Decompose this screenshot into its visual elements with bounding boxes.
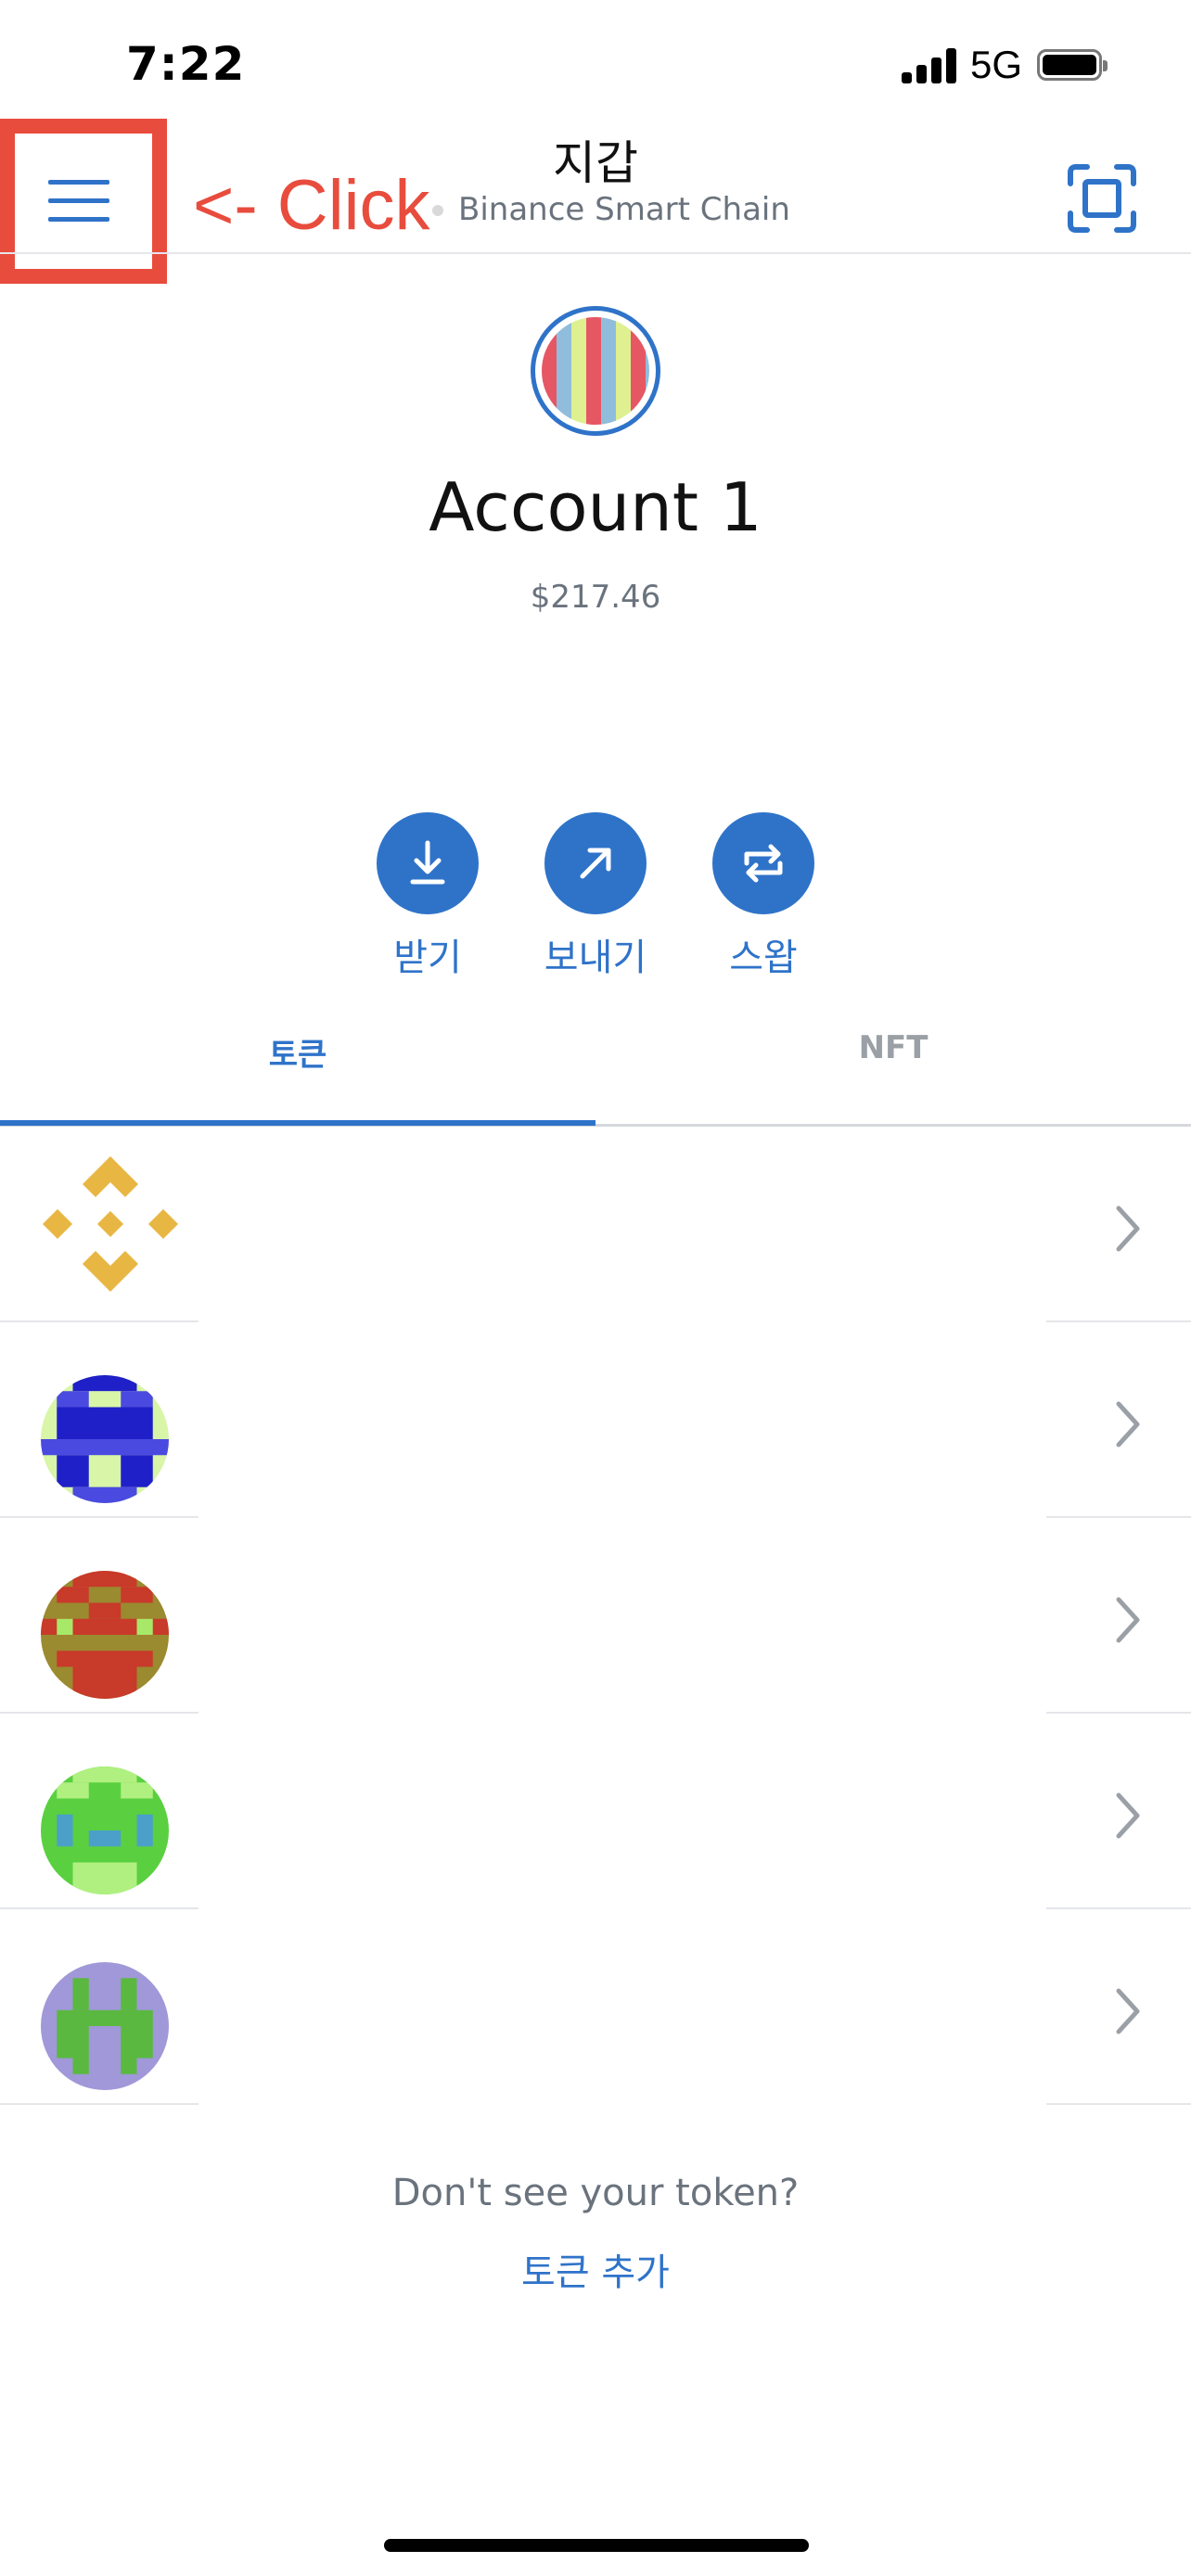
swap-button[interactable] — [712, 812, 814, 914]
page-title: 지갑 — [553, 136, 638, 190]
tab-tokens[interactable]: 토큰 — [0, 1029, 596, 1075]
chevron-right-icon — [1116, 1205, 1140, 1252]
account-balance: $217.46 — [530, 579, 661, 616]
qr-scan-icon[interactable] — [1067, 163, 1137, 234]
chevron-right-icon — [1116, 1401, 1140, 1447]
token-row[interactable] — [0, 1322, 1191, 1518]
account-name[interactable]: Account 1 — [0, 468, 1191, 546]
swap-arrows-icon — [744, 844, 783, 883]
receive-label[interactable]: 받기 — [335, 927, 520, 981]
network-type-label: 5G — [970, 43, 1023, 86]
network-status-dot — [432, 205, 443, 216]
send-arrow-icon — [580, 848, 611, 879]
status-time: 7:22 — [126, 37, 246, 91]
token-row[interactable] — [0, 1714, 1191, 1909]
token-row[interactable] — [0, 1127, 1191, 1322]
token-row[interactable] — [0, 1909, 1191, 2105]
send-label[interactable]: 보내기 — [503, 927, 688, 981]
home-indicator[interactable] — [384, 2539, 809, 2552]
binance-logo-icon — [43, 1156, 178, 1292]
token-row[interactable] — [0, 1518, 1191, 1714]
tab-nft[interactable]: NFT — [596, 1029, 1191, 1066]
missing-token-text: Don't see your token? — [391, 2172, 800, 2214]
chevron-right-icon — [1116, 1988, 1140, 2034]
swap-label[interactable]: 스왑 — [671, 927, 856, 981]
tab-active-indicator — [0, 1120, 596, 1126]
account-avatar[interactable] — [531, 306, 660, 436]
header-divider — [0, 252, 1191, 254]
receive-button[interactable] — [377, 812, 479, 914]
cellular-signal-icon — [902, 48, 957, 83]
blue-pixel-avatar-icon — [41, 1375, 169, 1503]
chevron-right-icon — [1116, 1792, 1140, 1839]
download-arrow-icon — [410, 840, 445, 885]
red-pixel-avatar-icon — [41, 1571, 169, 1699]
send-button[interactable] — [544, 812, 647, 914]
network-selector[interactable]: Binance Smart Chain — [458, 191, 790, 228]
chevron-right-icon — [1116, 1597, 1140, 1643]
add-token-link[interactable]: 토큰 추가 — [0, 2242, 1191, 2296]
purple-pixel-avatar-icon — [41, 1962, 169, 2090]
green-pixel-avatar-icon — [41, 1766, 169, 1894]
battery-icon — [1037, 49, 1108, 81]
